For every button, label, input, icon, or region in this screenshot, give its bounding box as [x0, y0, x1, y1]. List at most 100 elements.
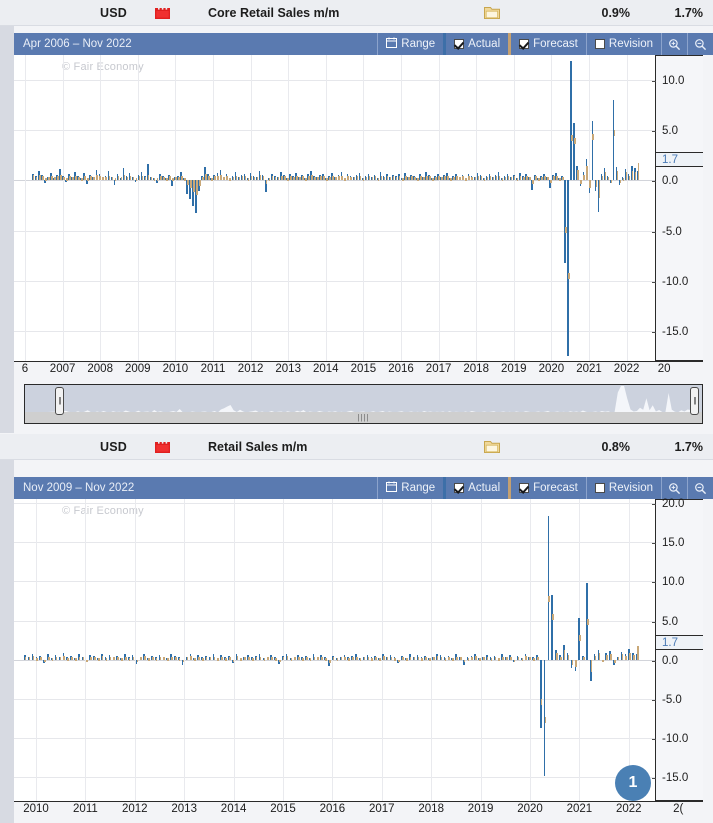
bar-forecast[interactable] [610, 180, 613, 183]
bar-forecast[interactable] [463, 659, 466, 663]
actual-toggle-1[interactable]: Actual [443, 477, 508, 499]
bar-forecast[interactable] [406, 658, 408, 661]
bar-forecast[interactable] [305, 656, 308, 660]
bar-actual[interactable] [551, 595, 554, 660]
bar-forecast[interactable] [167, 658, 169, 661]
forecast-toggle-0[interactable]: Forecast [508, 33, 586, 55]
bar-forecast[interactable] [128, 658, 131, 661]
bar-forecast[interactable] [186, 657, 189, 660]
bar-forecast[interactable] [55, 656, 58, 660]
bar-forecast[interactable] [529, 657, 531, 660]
bar-forecast[interactable] [575, 659, 578, 667]
bar-forecast[interactable] [475, 655, 477, 660]
bar-forecast[interactable] [402, 656, 404, 660]
bar-forecast[interactable] [589, 180, 592, 189]
bar-actual[interactable] [573, 123, 576, 181]
bar-actual[interactable] [567, 180, 569, 356]
bar-forecast[interactable] [563, 650, 566, 660]
bar-actual[interactable] [547, 516, 550, 660]
bar-forecast[interactable] [398, 659, 400, 663]
bar-forecast[interactable] [175, 656, 177, 660]
bar-forecast[interactable] [390, 656, 393, 660]
bar-forecast[interactable] [550, 180, 552, 184]
zoom-in-icon-1[interactable] [661, 477, 687, 499]
range-grip-0[interactable]: |||| [25, 412, 702, 423]
bar-forecast[interactable] [556, 652, 558, 660]
bar-forecast[interactable] [382, 655, 385, 660]
bar-forecast[interactable] [429, 658, 431, 661]
bar-forecast[interactable] [432, 657, 435, 660]
bar-forecast[interactable] [94, 656, 96, 660]
bar-forecast[interactable] [313, 656, 316, 660]
bar-forecast[interactable] [317, 657, 320, 660]
bar-forecast[interactable] [617, 657, 620, 660]
bar-forecast[interactable] [329, 659, 331, 663]
bar-forecast[interactable] [616, 171, 619, 181]
bar-forecast[interactable] [509, 656, 512, 660]
bar-forecast[interactable] [448, 656, 450, 660]
bar-forecast[interactable] [140, 657, 142, 660]
bar-forecast[interactable] [359, 658, 362, 661]
bar-forecast[interactable] [267, 657, 270, 660]
bar-forecast[interactable] [98, 658, 100, 661]
bar-forecast[interactable] [182, 659, 185, 663]
bar-forecast[interactable] [425, 656, 427, 660]
range-start-handle-0[interactable]: || [55, 387, 64, 415]
bar-forecast[interactable] [560, 656, 562, 660]
bar-forecast[interactable] [444, 658, 447, 661]
event-header-row-0[interactable]: USD Core Retail Sales m/m 0.9% 1.7% [0, 0, 713, 26]
bar-forecast[interactable] [394, 658, 397, 661]
bar-actual[interactable] [113, 180, 116, 186]
bar-forecast[interactable] [198, 656, 200, 660]
bar-forecast[interactable] [386, 657, 389, 660]
bar-forecast[interactable] [178, 658, 181, 661]
folder-icon-0[interactable] [484, 5, 500, 20]
bar-forecast[interactable] [225, 658, 227, 661]
bar-forecast[interactable] [367, 656, 370, 660]
bar-forecast[interactable] [199, 180, 201, 187]
bar-forecast[interactable] [348, 658, 350, 661]
bar-forecast[interactable] [290, 658, 293, 661]
bar-forecast[interactable] [544, 716, 547, 723]
range-button-0[interactable]: Range [377, 33, 443, 55]
chart-plot-area-0[interactable]: © Fair Economy [14, 55, 655, 361]
bar-forecast[interactable] [232, 659, 235, 663]
bar-forecast[interactable] [275, 658, 277, 661]
bar-forecast[interactable] [298, 656, 300, 660]
bar-forecast[interactable] [606, 655, 608, 660]
bar-actual[interactable] [612, 100, 615, 181]
bar-forecast[interactable] [586, 166, 589, 181]
bar-forecast[interactable] [321, 656, 323, 660]
bar-forecast[interactable] [36, 658, 39, 661]
bar-forecast[interactable] [309, 658, 312, 661]
zoom-out-icon-1[interactable] [687, 477, 713, 499]
bar-forecast[interactable] [456, 656, 458, 660]
range-end-handle-0[interactable]: || [690, 387, 699, 415]
bar-forecast[interactable] [248, 656, 250, 660]
bar-forecast[interactable] [151, 656, 154, 660]
bar-forecast[interactable] [577, 170, 579, 181]
bar-forecast[interactable] [252, 658, 254, 661]
bar-forecast[interactable] [236, 655, 239, 660]
bar-forecast[interactable] [521, 658, 524, 661]
bar-forecast[interactable] [217, 658, 219, 661]
bar-forecast[interactable] [244, 657, 246, 660]
bar-forecast[interactable] [513, 659, 516, 663]
bar-forecast[interactable] [440, 656, 443, 660]
bar-forecast[interactable] [479, 658, 481, 661]
bar-forecast[interactable] [155, 658, 158, 661]
bar-forecast[interactable] [625, 655, 628, 660]
bar-actual[interactable] [539, 659, 542, 729]
bar-forecast[interactable] [90, 656, 92, 660]
bar-forecast[interactable] [371, 658, 373, 661]
bar-forecast[interactable] [294, 657, 296, 660]
bar-forecast[interactable] [590, 659, 593, 673]
bar-forecast[interactable] [32, 655, 35, 660]
bar-forecast[interactable] [633, 655, 635, 660]
bar-forecast[interactable] [86, 659, 89, 663]
bar-forecast[interactable] [74, 658, 77, 661]
chart-toolbar-1[interactable]: Nov 2009 – Nov 2022 Range Actual Forecas… [14, 477, 713, 499]
bar-forecast[interactable] [352, 656, 354, 660]
bar-forecast[interactable] [417, 656, 420, 660]
bar-forecast[interactable] [586, 619, 589, 625]
